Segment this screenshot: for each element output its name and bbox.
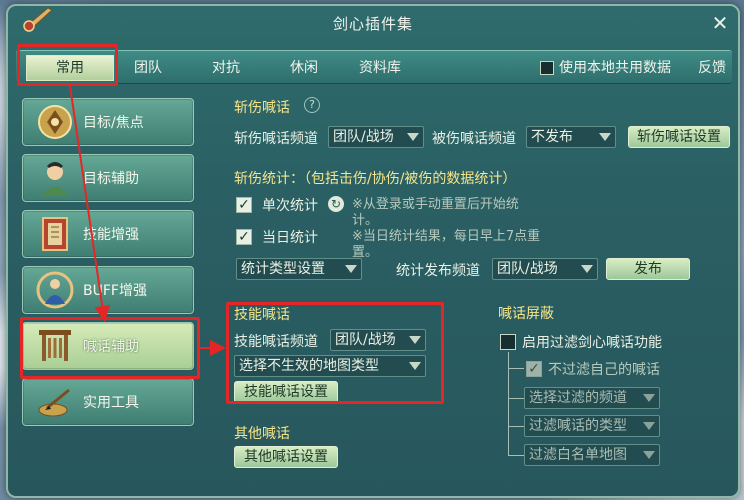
sidebar-item-buff-enhance[interactable]: BUFF增强	[22, 266, 194, 314]
sidebar-item-tools[interactable]: 实用工具	[22, 378, 194, 426]
chevron-down-icon	[599, 133, 611, 141]
chevron-down-icon	[643, 451, 655, 459]
tab-highlight-box	[17, 44, 118, 86]
single-stat-label: 单次统计	[262, 198, 318, 214]
scroll-book-icon	[33, 212, 77, 256]
sidebar-item-target-focus[interactable]: 目标/焦点	[22, 98, 194, 146]
tree-connector	[508, 426, 524, 427]
tree-connector	[508, 455, 524, 456]
slash-shout-settings-button[interactable]: 斩伤喊话设置	[628, 126, 730, 148]
slash-channel-label: 斩伤喊话频道	[234, 131, 318, 147]
share-data-checkbox[interactable]	[540, 61, 554, 75]
sidebar-item-label: 实用工具	[83, 395, 139, 411]
chevron-down-icon	[581, 265, 593, 273]
refresh-icon[interactable]: ↻	[328, 196, 344, 212]
tree-connector	[508, 398, 524, 399]
tab-pvp[interactable]: 对抗	[198, 51, 254, 85]
daily-stat-note: ※当日统计结果，每日早上7点重置。	[352, 229, 541, 260]
chevron-down-icon	[345, 265, 357, 273]
sidebar-item-label: 目标辅助	[83, 171, 139, 187]
window-title: 剑心插件集	[332, 14, 413, 33]
daily-stat-checkbox[interactable]: ✓	[236, 229, 252, 245]
no-filter-self-checkbox[interactable]: ✓	[526, 361, 542, 377]
close-icon[interactable]: ✕	[710, 13, 730, 34]
brush-inkstone-icon	[33, 380, 77, 424]
whitelist-map-dropdown[interactable]: 过滤白名单地图	[524, 444, 660, 466]
tab-bar: 常用 团队 对抗 休闲 资料库 使用本地共用数据 反馈	[16, 50, 732, 84]
tab-team[interactable]: 团队	[120, 51, 176, 85]
tab-database[interactable]: 资料库	[348, 51, 412, 85]
enable-filter-label: 启用过滤剑心喊话功能	[522, 335, 662, 351]
feedback-link[interactable]: 反馈	[698, 51, 726, 85]
chevron-down-icon	[407, 133, 419, 141]
chevron-down-icon	[643, 394, 655, 402]
share-data-label: 使用本地共用数据	[559, 60, 671, 76]
target-icon	[33, 100, 77, 144]
sidebar-item-label: 目标/焦点	[83, 115, 144, 131]
other-shout-settings-button[interactable]: 其他喊话设置	[234, 446, 338, 468]
tab-leisure[interactable]: 休闲	[276, 51, 332, 85]
filter-channel-dropdown[interactable]: 选择过滤的频道	[524, 387, 660, 409]
shout-filter-title: 喊话屏蔽	[498, 306, 554, 322]
buff-figure-icon	[33, 268, 77, 312]
sidebar-item-label: BUFF增强	[83, 283, 147, 299]
publish-channel-dropdown[interactable]: 团队/战场	[492, 258, 598, 280]
sidebar-item-label: 技能增强	[83, 227, 139, 243]
slash-channel-dropdown[interactable]: 团队/战场	[328, 126, 424, 148]
single-stat-checkbox[interactable]: ✓	[236, 197, 252, 213]
daily-stat-label: 当日统计	[262, 230, 318, 246]
sidebar-item-skill-enhance[interactable]: 技能增强	[22, 210, 194, 258]
wounded-channel-label: 被伤喊话频道	[432, 131, 516, 147]
tree-connector	[508, 368, 524, 369]
character-icon	[33, 156, 77, 200]
sidebar-item-target-assist[interactable]: 目标辅助	[22, 154, 194, 202]
help-icon[interactable]: ?	[304, 97, 320, 113]
sword-logo-icon	[22, 7, 53, 32]
publish-button[interactable]: 发布	[606, 258, 690, 280]
filter-type-dropdown[interactable]: 过滤喊话的类型	[524, 415, 660, 437]
title-bar[interactable]: 剑心插件集 ✕	[8, 6, 738, 40]
wounded-channel-dropdown[interactable]: 不发布	[526, 126, 616, 148]
stat-type-settings-dropdown[interactable]: 统计类型设置	[236, 258, 362, 280]
sidebar-highlight-box	[20, 317, 200, 379]
no-filter-self-label: 不过滤自己的喊话	[548, 362, 660, 378]
chevron-down-icon	[643, 422, 655, 430]
enable-filter-checkbox[interactable]	[500, 334, 516, 350]
slash-stats-title: 斩伤统计：（包括击伤/协伤/被伤的数据统计）	[234, 171, 517, 187]
other-shout-title: 其他喊话	[234, 426, 290, 442]
skill-shout-highlight-box	[226, 302, 444, 404]
slash-shout-title: 斩伤喊话	[234, 100, 290, 116]
publish-channel-label: 统计发布频道	[396, 263, 480, 279]
single-stat-note: ※从登录或手动重置后开始统计。	[352, 197, 519, 228]
